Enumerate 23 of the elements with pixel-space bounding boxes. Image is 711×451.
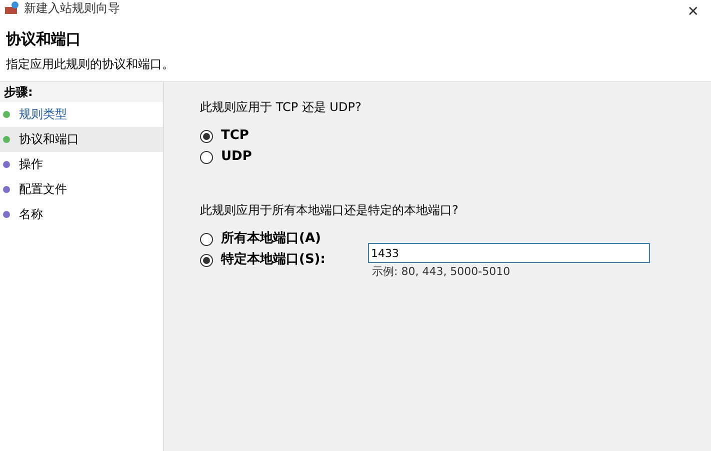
radio-label: UDP <box>221 148 252 166</box>
radio-button[interactable] <box>200 130 213 142</box>
radio-label: TCP <box>221 127 249 146</box>
firewall-icon <box>4 1 20 15</box>
page-title: 协议和端口 <box>6 29 82 50</box>
step-item[interactable]: 协议和端口 <box>0 126 163 152</box>
close-button[interactable]: ✕ <box>679 2 707 22</box>
radio-button[interactable] <box>200 254 213 266</box>
radio-label: 特定本地端口(S): <box>221 250 326 270</box>
example-text: 示例: 80, 443, 5000-5010 <box>371 264 512 280</box>
step-item[interactable]: 配置文件 <box>0 176 163 202</box>
radio-label: 所有本地端口(A) <box>221 230 321 248</box>
radio-button[interactable] <box>200 232 213 246</box>
steps-heading: 步骤: <box>0 82 163 102</box>
step-item[interactable]: 操作 <box>0 152 163 176</box>
question-text: 此规则应用于 TCP 还是 UDP? <box>200 98 362 116</box>
radio-button[interactable] <box>200 150 213 164</box>
page-subtitle: 指定应用此规则的协议和端口。 <box>6 56 175 72</box>
window-title: 新建入站规则向导 <box>24 0 120 17</box>
question-text: 此规则应用于所有本地端口还是特定的本地端口? <box>200 202 460 218</box>
step-item[interactable]: 规则类型 <box>0 102 163 126</box>
step-item[interactable]: 名称 <box>0 202 163 226</box>
port-field[interactable]: 1433 <box>368 243 650 263</box>
